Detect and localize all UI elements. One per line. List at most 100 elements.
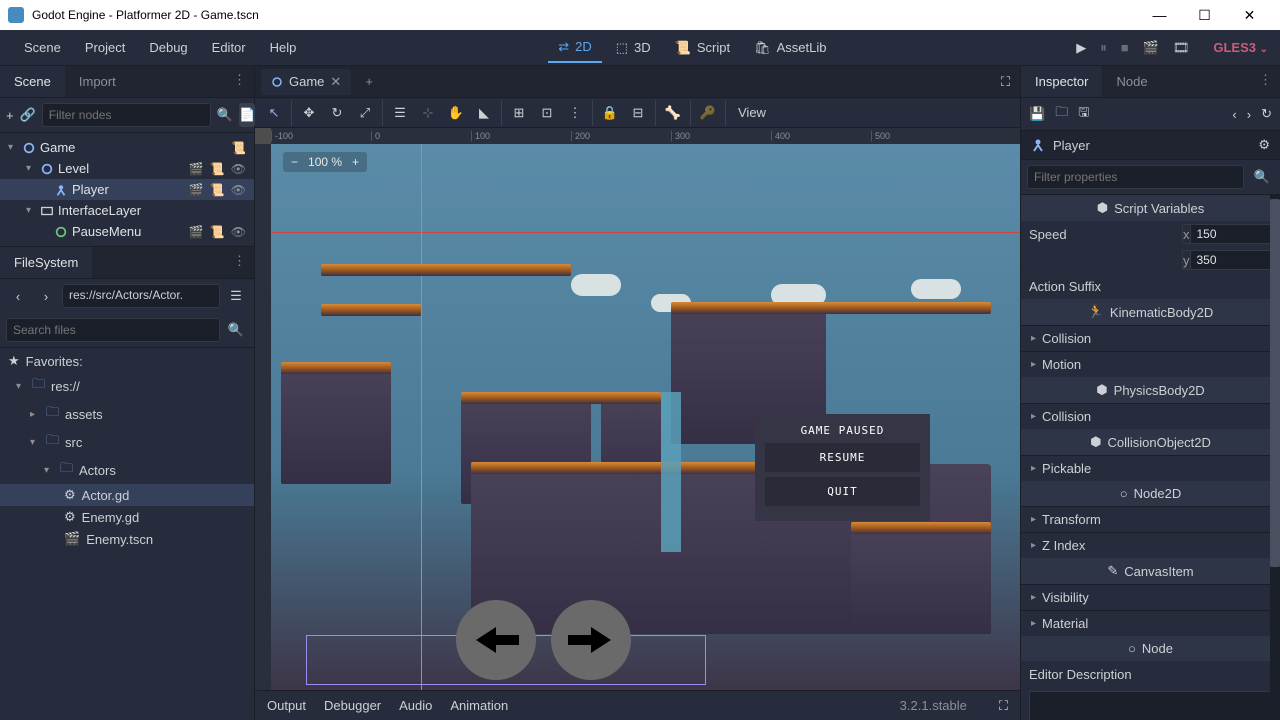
fs-back-button[interactable]: ‹ [6, 284, 30, 308]
minimize-button[interactable]: — [1137, 0, 1182, 30]
play-button[interactable]: ▶ [1076, 40, 1086, 56]
move-tool[interactable]: ✥ [296, 100, 322, 126]
select-tool[interactable]: ↖ [261, 100, 287, 126]
menu-editor[interactable]: Editor [200, 34, 258, 61]
close-button[interactable]: ✕ [1227, 0, 1272, 30]
scene-tab-game[interactable]: Game ✕ [261, 69, 351, 95]
menu-help[interactable]: Help [258, 34, 309, 61]
snap-toggle[interactable]: ⊞ [506, 100, 532, 126]
fs-folder-actors[interactable]: ▾🗀Actors [0, 456, 254, 484]
script-indicator-icon[interactable]: 📜 [210, 162, 225, 176]
fs-file-actor-gd[interactable]: ⚙Actor.gd [0, 484, 254, 506]
fold-zindex[interactable]: ▸Z Index [1021, 532, 1280, 558]
anim-key-icon[interactable]: 🔑 [695, 100, 721, 126]
tab-filesystem[interactable]: FileSystem [0, 247, 92, 278]
tree-node-level[interactable]: ▾ Level 🎬📜👁 [0, 158, 254, 179]
tree-node-interface[interactable]: ▾ InterfaceLayer [0, 200, 254, 221]
panel-menu-icon[interactable]: ⋮ [1251, 66, 1280, 97]
zoom-in-button[interactable]: + [352, 155, 359, 169]
panel-menu-icon[interactable]: ⋮ [225, 66, 254, 97]
section-script-variables[interactable]: ⬢Script Variables [1021, 195, 1280, 221]
fs-split-button[interactable]: ☰ [224, 284, 248, 308]
view-menu[interactable]: View [730, 100, 774, 126]
section-node[interactable]: ○Node [1021, 636, 1280, 661]
mode-assetlib-button[interactable]: 🛍 AssetLib [744, 33, 836, 63]
rotate-tool[interactable]: ↻ [324, 100, 350, 126]
script-indicator-icon[interactable]: 📜 [210, 183, 225, 197]
canvas[interactable]: − 100 % + [271, 144, 1020, 690]
search-icon[interactable]: 🔍 [224, 318, 248, 342]
script-indicator-icon[interactable]: 📜 [210, 225, 225, 239]
fs-forward-button[interactable]: › [34, 284, 58, 308]
quit-button[interactable]: QUIT [765, 477, 920, 506]
fs-root[interactable]: ▾🗀res:// [0, 372, 254, 400]
snap-options-icon[interactable]: ⋮ [562, 100, 588, 126]
play-custom-button[interactable]: 🎞 [1173, 40, 1190, 56]
menu-scene[interactable]: Scene [12, 34, 73, 61]
2d-viewport[interactable]: -1000100200300400500 − 100 % + [255, 128, 1020, 690]
pause-button[interactable]: ⏸ [1100, 40, 1107, 56]
mode-3d-button[interactable]: ⬚ 3D [606, 33, 661, 63]
open-scene-icon[interactable]: 🎬 [189, 183, 204, 197]
section-kinematicbody2d[interactable]: 🏃KinematicBody2D [1021, 299, 1280, 325]
fold-motion[interactable]: ▸Motion [1021, 351, 1280, 377]
section-node2d[interactable]: ○Node2D [1021, 481, 1280, 506]
tab-inspector[interactable]: Inspector [1021, 66, 1102, 97]
editor-description-input[interactable] [1029, 691, 1272, 720]
group-icon[interactable]: ⊟ [625, 100, 651, 126]
tab-import[interactable]: Import [65, 66, 130, 97]
search-icon[interactable]: 🔍 [1250, 165, 1274, 189]
speed-y-input[interactable] [1190, 250, 1280, 270]
history-forward-icon[interactable]: › [1247, 107, 1251, 122]
zoom-out-button[interactable]: − [291, 155, 298, 169]
fold-collision[interactable]: ▸Collision [1021, 325, 1280, 351]
section-canvasitem[interactable]: ✎CanvasItem [1021, 558, 1280, 584]
fs-folder-assets[interactable]: ▸🗀assets [0, 400, 254, 428]
play-scene-button[interactable]: 🎬 [1143, 40, 1159, 56]
tab-node[interactable]: Node [1102, 66, 1161, 97]
speed-x-input[interactable] [1190, 224, 1280, 244]
output-tab[interactable]: Output [267, 698, 306, 713]
list-select-tool[interactable]: ☰ [387, 100, 413, 126]
fold-visibility[interactable]: ▸Visibility [1021, 584, 1280, 610]
bone-icon[interactable]: 🦴 [660, 100, 686, 126]
open-resource-icon[interactable]: 🗀 [1055, 103, 1068, 125]
attach-script-button[interactable]: 📄 [239, 103, 255, 127]
copy-resource-icon[interactable]: 🖫 [1078, 103, 1089, 125]
tree-node-player[interactable]: Player 🎬📜👁 [0, 179, 254, 200]
ruler-tool[interactable]: ◣ [471, 100, 497, 126]
fold-transform[interactable]: ▸Transform [1021, 506, 1280, 532]
close-tab-icon[interactable]: ✕ [330, 74, 341, 90]
add-node-button[interactable]: + [6, 103, 14, 127]
inspector-scrollbar[interactable] [1270, 195, 1280, 720]
resume-button[interactable]: RESUME [765, 443, 920, 472]
history-back-icon[interactable]: ‹ [1232, 107, 1236, 122]
section-physicsbody2d[interactable]: ⬢PhysicsBody2D [1021, 377, 1280, 403]
fold-material[interactable]: ▸Material [1021, 610, 1280, 636]
animation-tab[interactable]: Animation [450, 698, 508, 713]
tree-node-pausemenu[interactable]: PauseMenu 🎬📜👁 [0, 221, 254, 242]
inspector-object-header[interactable]: Player ⚙ [1021, 131, 1280, 160]
mode-2d-button[interactable]: ⇄ 2D [548, 33, 602, 63]
visibility-icon[interactable]: 👁 [231, 183, 246, 197]
section-collisionobject2d[interactable]: ⬢CollisionObject2D [1021, 429, 1280, 455]
audio-tab[interactable]: Audio [399, 698, 432, 713]
panel-menu-icon[interactable]: ⋮ [225, 247, 254, 278]
open-scene-icon[interactable]: 🎬 [189, 225, 204, 239]
save-resource-icon[interactable]: 💾 [1029, 106, 1045, 122]
renderer-badge[interactable]: GLES3 ⌄ [1213, 40, 1268, 55]
mode-script-button[interactable]: 📜 Script [665, 33, 740, 63]
scene-filter-input[interactable] [42, 103, 211, 127]
distraction-free-icon[interactable]: ⛶ [997, 70, 1014, 94]
object-menu-icon[interactable]: ⚙ [1258, 137, 1270, 153]
open-scene-icon[interactable]: 🎬 [189, 162, 204, 176]
expand-bottom-icon[interactable]: ⛶ [999, 698, 1008, 714]
history-menu-icon[interactable]: ↻ [1261, 106, 1272, 122]
tab-scene[interactable]: Scene [0, 66, 65, 97]
script-indicator-icon[interactable]: 📜 [231, 141, 246, 155]
fold-pickable[interactable]: ▸Pickable [1021, 455, 1280, 481]
maximize-button[interactable]: ☐ [1182, 0, 1227, 30]
fs-path-field[interactable]: res://src/Actors/Actor. [62, 284, 220, 308]
pan-tool[interactable]: ✋ [443, 100, 469, 126]
debugger-tab[interactable]: Debugger [324, 698, 381, 713]
